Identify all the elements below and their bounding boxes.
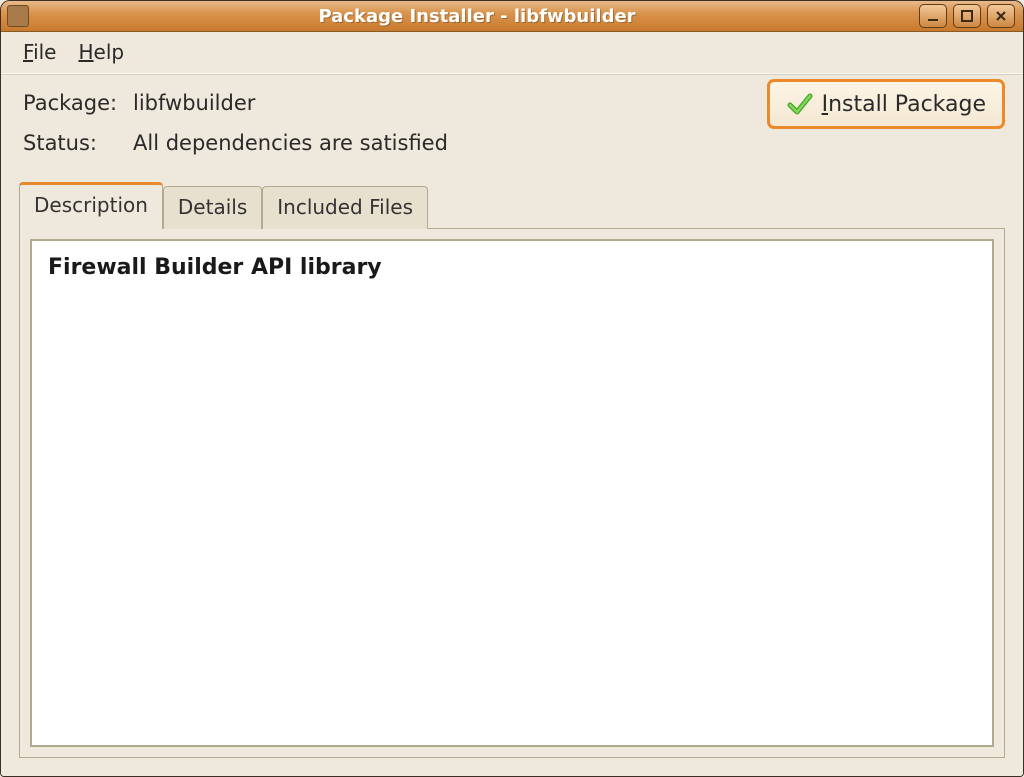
tab-panel-description: Firewall Builder API library xyxy=(19,228,1005,758)
tab-details[interactable]: Details xyxy=(163,186,262,229)
tabs-container: Description Details Included Files Firew… xyxy=(1,181,1023,776)
checkmark-icon xyxy=(786,90,814,118)
install-button-rest: nstall Package xyxy=(828,92,986,117)
menu-file[interactable]: File xyxy=(23,40,56,64)
menu-file-rest: ile xyxy=(33,40,56,64)
install-package-button[interactable]: Install Package xyxy=(767,79,1005,129)
app-icon xyxy=(7,5,29,27)
maximize-icon xyxy=(960,9,974,23)
menubar: File Help xyxy=(1,32,1023,75)
window-controls xyxy=(919,4,1023,28)
maximize-button[interactable] xyxy=(953,4,981,28)
status-value: All dependencies are satisfied xyxy=(133,131,448,155)
install-button-label: Install Package xyxy=(822,92,986,117)
window-title: Package Installer - libfwbuilder xyxy=(318,6,635,27)
tab-included-files[interactable]: Included Files xyxy=(262,186,428,229)
close-icon xyxy=(994,9,1008,23)
menu-help-rest: elp xyxy=(94,40,125,64)
window-frame: Package Installer - libfwbuilder xyxy=(0,0,1024,777)
minimize-icon xyxy=(926,9,940,23)
description-text: Firewall Builder API library xyxy=(30,239,994,747)
minimize-button[interactable] xyxy=(919,4,947,28)
status-row: Status: All dependencies are satisfied xyxy=(23,131,1001,155)
tab-description[interactable]: Description xyxy=(19,182,163,229)
close-button[interactable] xyxy=(987,4,1015,28)
status-label: Status: xyxy=(23,131,133,155)
menu-help[interactable]: Help xyxy=(78,40,124,64)
tab-row: Description Details Included Files xyxy=(19,182,1005,229)
titlebar[interactable]: Package Installer - libfwbuilder xyxy=(1,1,1023,32)
package-value: libfwbuilder xyxy=(133,91,255,115)
package-label: Package: xyxy=(23,91,133,115)
window-content: File Help Package: libfwbuilder Status: … xyxy=(1,32,1023,776)
info-area: Package: libfwbuilder Status: All depend… xyxy=(1,75,1023,181)
